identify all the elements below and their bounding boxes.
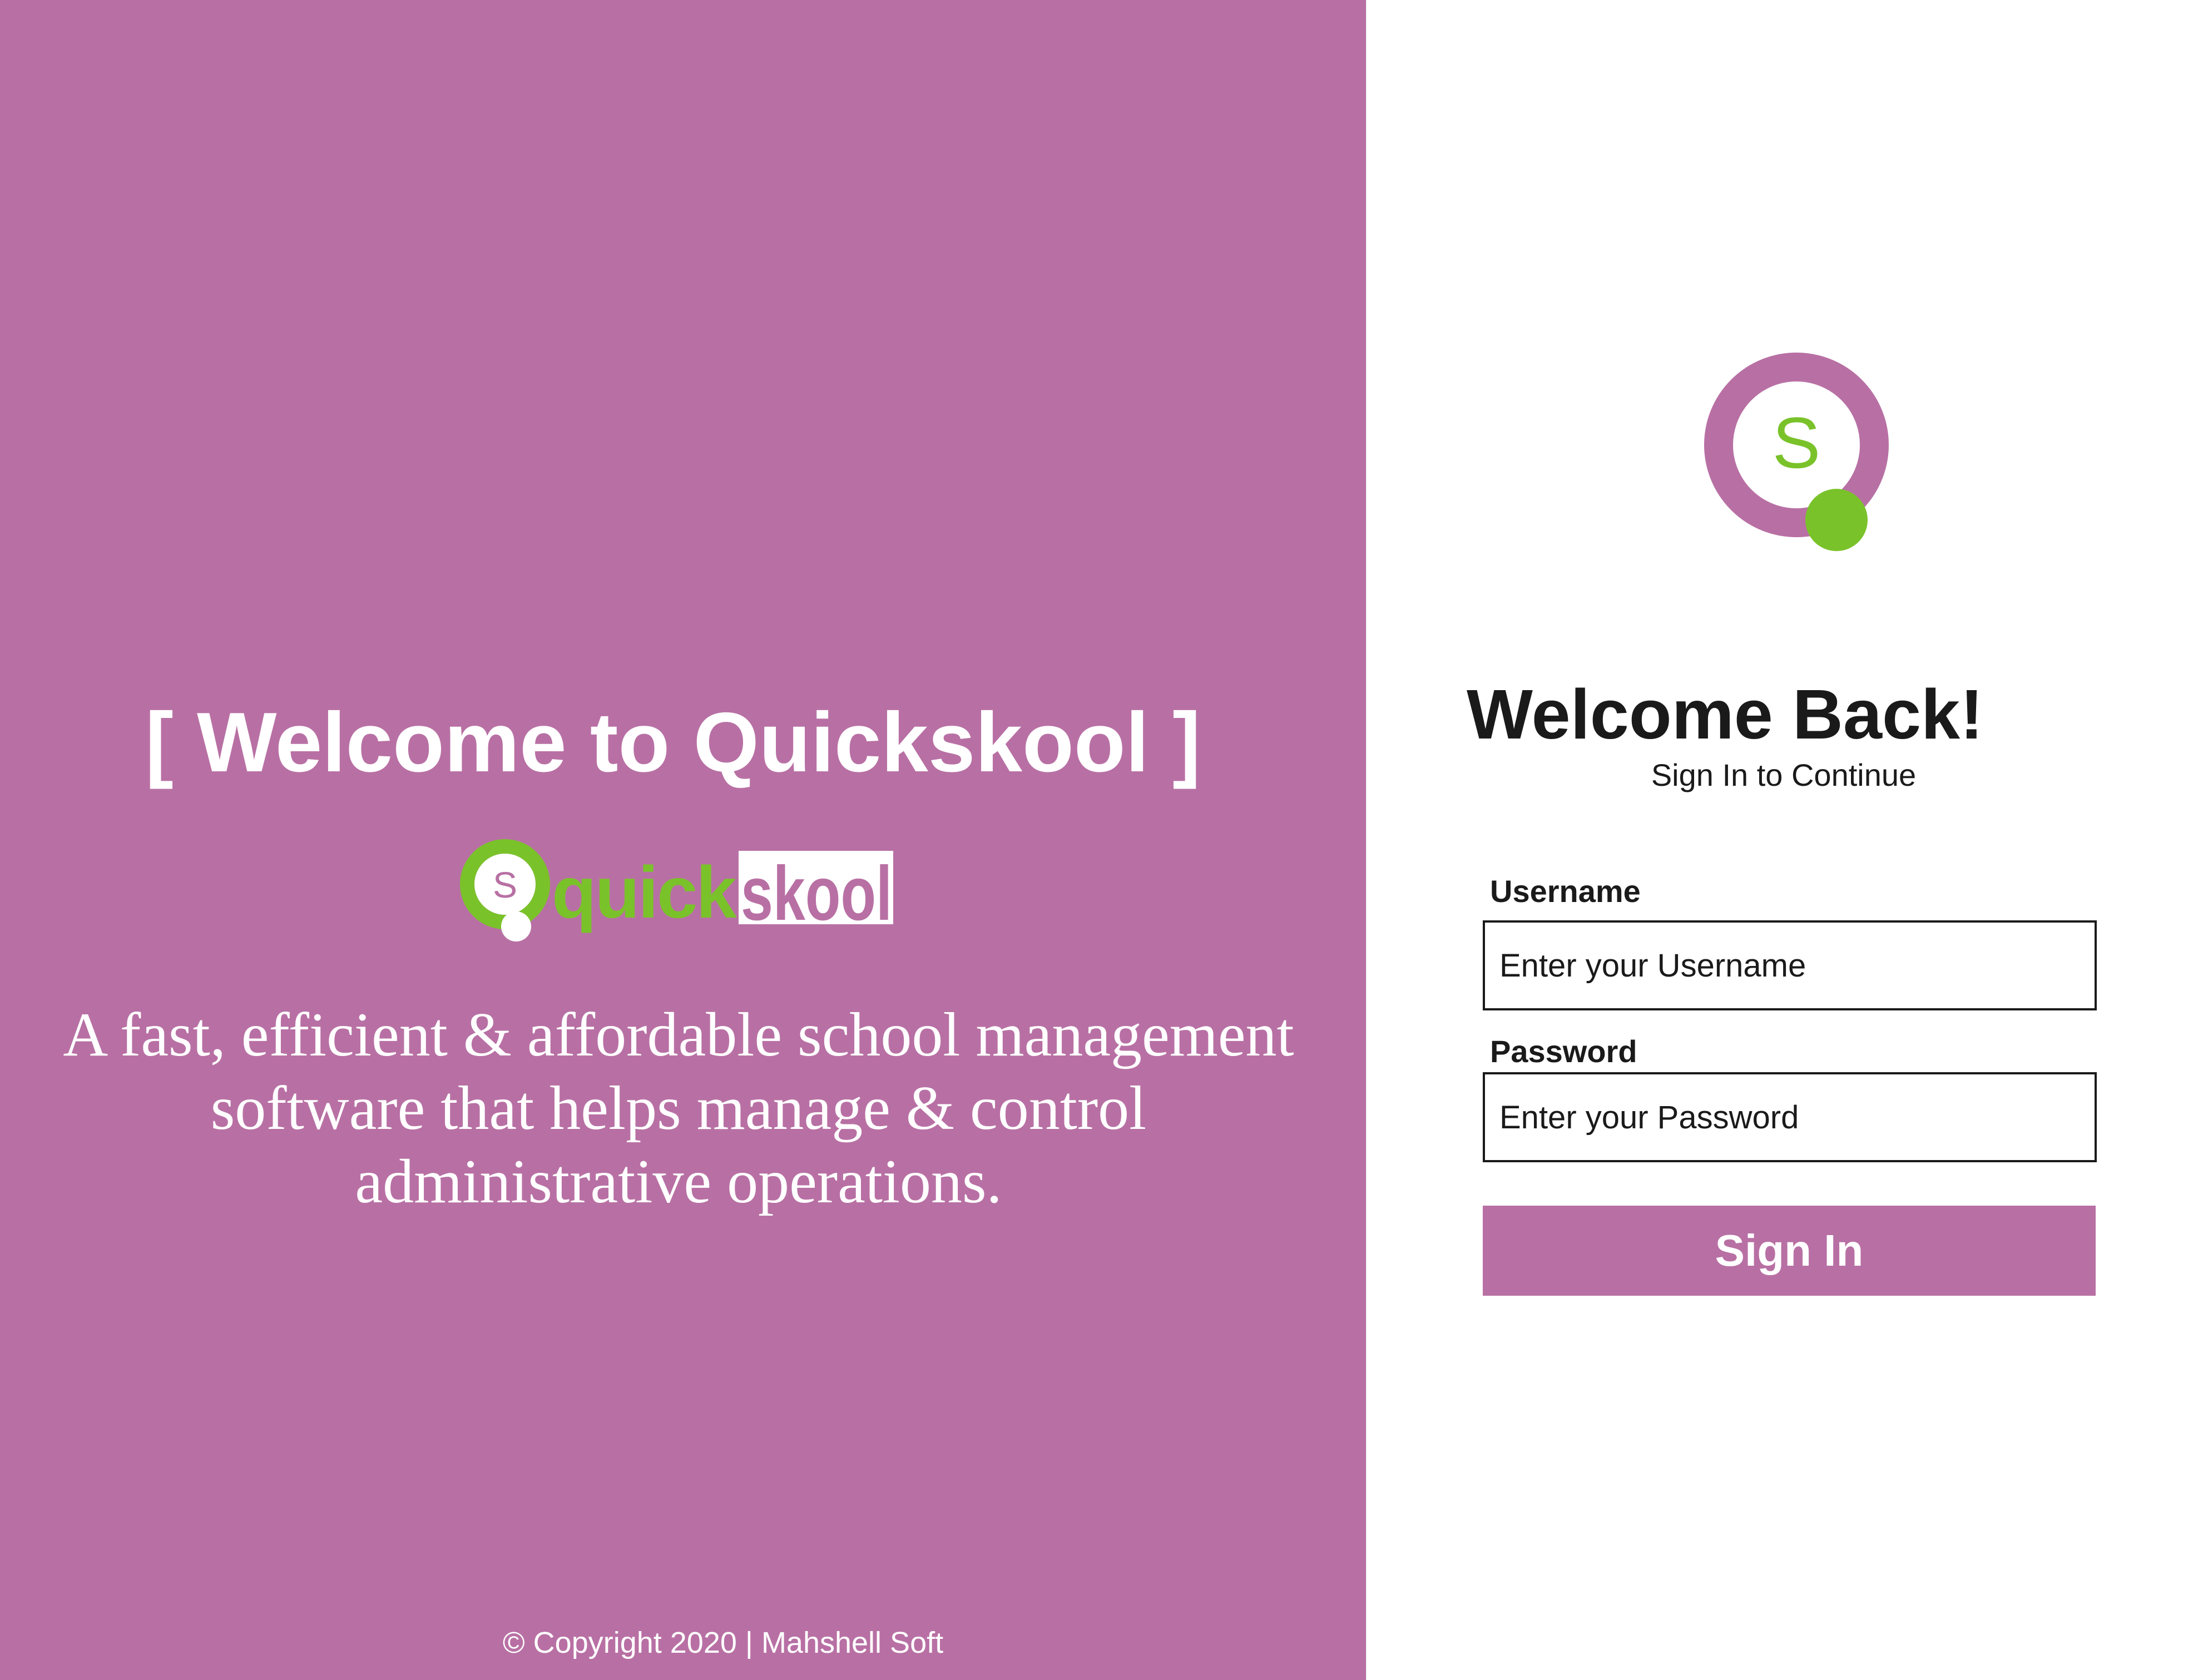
copyright-notice: © Copyright 2020 | Mahshell Soft [502, 1626, 944, 1659]
username-label: Username [1490, 874, 1641, 909]
password-input[interactable] [1483, 1072, 2097, 1162]
app-logo-icon: S [1702, 348, 1913, 559]
welcome-panel: [ Welcome to Quickskool ] S quick skool … [0, 0, 1366, 1680]
login-heading: Welcome Back! [1467, 675, 1984, 754]
welcome-title: [ Welcome to Quickskool ] [145, 695, 1201, 790]
quickskool-logo-graphic: S quick skool [460, 839, 893, 941]
login-panel: S Welcome Back! Sign In to Continue User… [1366, 0, 2203, 1680]
product-tagline: A fast, efficient & affordable school ma… [63, 1000, 1294, 1216]
logo-word-skool: skool [741, 851, 892, 936]
password-label: Password [1490, 1034, 1637, 1069]
logo-mark-letter: S [493, 864, 517, 905]
sign-in-button[interactable]: Sign In [1483, 1206, 2096, 1296]
app-logo-letter: S [1773, 402, 1821, 483]
username-input[interactable] [1483, 920, 2097, 1010]
app-logo-graphic: S [1704, 353, 1889, 551]
quickskool-logo: S quick skool [456, 839, 901, 943]
logo-word-quick: quick [552, 851, 737, 933]
login-subheading: Sign In to Continue [1651, 757, 1917, 792]
